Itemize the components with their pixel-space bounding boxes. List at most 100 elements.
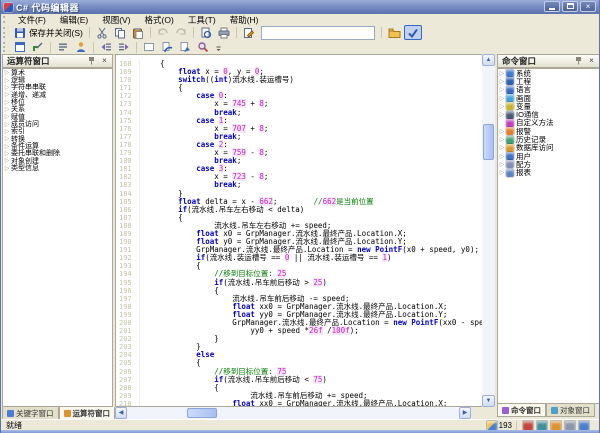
- expand-icon[interactable]: ▷: [3, 91, 11, 98]
- expand-icon[interactable]: ▷: [3, 69, 11, 76]
- menu-item-3[interactable]: 格式(O): [138, 14, 181, 26]
- v-scroll-down-icon[interactable]: ▼: [482, 395, 495, 407]
- toolbar2-grip: [3, 42, 8, 52]
- form-button[interactable]: [11, 40, 29, 55]
- minimize-button[interactable]: [544, 1, 560, 12]
- expand-icon[interactable]: ▷: [3, 128, 11, 135]
- operator-window-header: 运算符窗口 ×: [2, 54, 113, 68]
- expand-icon[interactable]: ▷: [498, 111, 506, 118]
- menu-grip: [3, 16, 8, 24]
- expand-icon[interactable]: ▷: [3, 77, 11, 84]
- align-lines-button[interactable]: [54, 40, 72, 55]
- expand-icon[interactable]: ▷: [3, 99, 11, 106]
- print-button[interactable]: [215, 25, 233, 40]
- expand-icon[interactable]: ▷: [498, 161, 506, 168]
- open-folder-icon: [388, 27, 401, 39]
- v-scrollbar[interactable]: [482, 54, 495, 407]
- code-line: 188 流水线.吊车左右移动 += speed;: [116, 219, 482, 227]
- expand-icon[interactable]: ▷: [498, 136, 506, 143]
- cut-button[interactable]: [93, 25, 111, 40]
- right-tab-0[interactable]: 命令窗口: [497, 404, 546, 417]
- indent-button[interactable]: [115, 40, 133, 55]
- code-line: 170 switch((int)流水线.装运槽号): [116, 73, 482, 81]
- save-close-label: 保存并关闭(S): [29, 27, 83, 39]
- expand-icon[interactable]: ▷: [498, 86, 506, 93]
- region-button[interactable]: [140, 40, 158, 55]
- menu-item-5[interactable]: 帮助(H): [223, 14, 266, 26]
- print-preview-button[interactable]: [197, 25, 215, 40]
- expand-icon[interactable]: ▷: [498, 70, 506, 77]
- menu-item-0[interactable]: 文件(F): [11, 14, 53, 26]
- undo-button[interactable]: [154, 25, 172, 40]
- expand-icon[interactable]: ▷: [498, 95, 506, 102]
- find-button[interactable]: [194, 40, 212, 55]
- h-scroll-left-icon[interactable]: ◀: [115, 407, 127, 419]
- outdent-button[interactable]: [97, 40, 115, 55]
- paste-button[interactable]: [129, 25, 147, 40]
- goto-button[interactable]: [29, 40, 47, 55]
- h-scroll-thumb[interactable]: [187, 408, 217, 418]
- save-close-button[interactable]: 保存并关闭(S): [11, 25, 86, 40]
- expand-icon[interactable]: ▷: [498, 128, 506, 135]
- keyboard-icon[interactable]: [565, 421, 575, 430]
- expand-icon[interactable]: ▷: [3, 84, 11, 91]
- expand-icon[interactable]: ▷: [3, 121, 11, 128]
- expand-icon[interactable]: ▷: [498, 78, 506, 85]
- code-editor[interactable]: 168 {169 float x = 0, y = 0;170 switch((…: [115, 54, 482, 407]
- code-line: 198 float xx0 = GrpManager.流水线.最终产品.Loca…: [116, 300, 482, 308]
- expand-icon[interactable]: ▷: [498, 153, 506, 160]
- tree-item[interactable]: ▷语言: [498, 86, 599, 94]
- snippet-button[interactable]: [240, 25, 258, 40]
- brush-icon[interactable]: [551, 421, 561, 430]
- pin-icon[interactable]: [573, 56, 584, 66]
- tree-item[interactable]: ▷画面: [498, 94, 599, 102]
- percent-icon[interactable]: [537, 421, 547, 430]
- tree-item[interactable]: ▷配方: [498, 160, 599, 168]
- tree-item[interactable]: ▷变量: [498, 102, 599, 110]
- tree-item[interactable]: ▷报表: [498, 169, 599, 177]
- member-button[interactable]: [72, 40, 90, 55]
- right-tab-1[interactable]: 对象窗口: [546, 404, 595, 417]
- v-scroll-thumb[interactable]: [483, 124, 494, 160]
- tree-item[interactable]: ▷工程: [498, 77, 599, 85]
- expand-icon[interactable]: ▷: [498, 144, 506, 151]
- tree-item[interactable]: ▷数据库访问: [498, 144, 599, 152]
- pin-icon[interactable]: [86, 56, 97, 66]
- pen-icon[interactable]: [523, 421, 533, 430]
- tree-item[interactable]: ▷类型信息: [3, 164, 112, 171]
- operator-window-title: 运算符窗口: [7, 55, 86, 67]
- copy-button[interactable]: [111, 25, 129, 40]
- tree-item[interactable]: ▷系统: [498, 69, 599, 77]
- expand-icon[interactable]: ▷: [498, 103, 506, 110]
- code-line: 182 x = 723 - 8;: [116, 170, 482, 178]
- format-button[interactable]: [176, 40, 194, 55]
- redo-button[interactable]: [172, 25, 190, 40]
- menu-item-1[interactable]: 编辑(E): [53, 14, 95, 26]
- toolbar-overflow-button[interactable]: [212, 40, 225, 55]
- expand-icon[interactable]: ▷: [3, 135, 11, 142]
- line-indicator-icon: [487, 421, 497, 430]
- maximize-button[interactable]: [562, 1, 578, 12]
- close-button[interactable]: ×: [580, 1, 596, 12]
- expand-icon[interactable]: ▷: [3, 106, 11, 113]
- toolbar-combobox[interactable]: [261, 26, 375, 40]
- tree-item[interactable]: 自定义方法: [498, 119, 599, 127]
- expand-icon[interactable]: ▷: [3, 113, 11, 120]
- expand-icon[interactable]: ▷: [498, 169, 506, 176]
- h-scrollbar[interactable]: [115, 407, 471, 419]
- validate-toggle-button[interactable]: [404, 25, 422, 40]
- expand-icon[interactable]: ▷: [3, 165, 11, 172]
- menu-item-2[interactable]: 视图(V): [95, 14, 137, 26]
- v-scroll-up-icon[interactable]: ▲: [482, 54, 495, 66]
- open-folder-button[interactable]: [385, 25, 404, 40]
- h-scroll-right-icon[interactable]: ▶: [459, 407, 471, 419]
- close-panel-icon[interactable]: ×: [99, 56, 110, 66]
- expand-icon[interactable]: ▷: [3, 150, 11, 157]
- monitor-icon[interactable]: [579, 421, 589, 430]
- system-icon: [506, 69, 514, 77]
- collapse-button[interactable]: [158, 40, 176, 55]
- expand-icon[interactable]: ▷: [3, 157, 11, 164]
- expand-icon[interactable]: ▷: [3, 143, 11, 150]
- close-panel-icon[interactable]: ×: [586, 56, 597, 66]
- menu-item-4[interactable]: 工具(T): [181, 14, 223, 26]
